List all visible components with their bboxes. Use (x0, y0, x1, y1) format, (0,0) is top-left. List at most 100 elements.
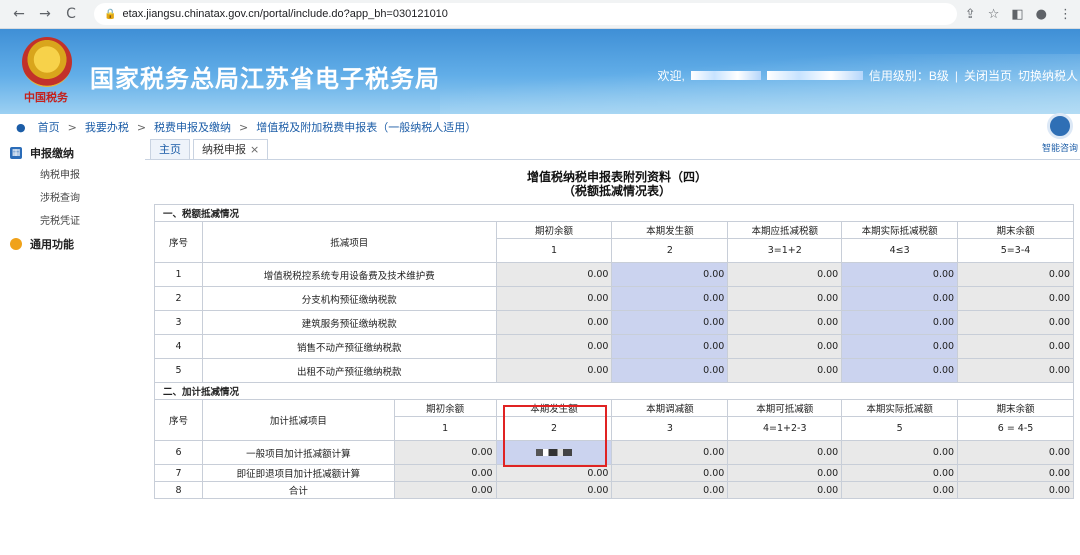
input-cell[interactable]: 0.00 (611, 358, 729, 383)
tab-label: 纳税申报 (202, 143, 246, 156)
column-code: 4=1+2-3 (727, 416, 843, 441)
content-area: 智能咨询 主页 纳税申报 × 增值税纳税申报表附列资料（四） （税额抵减情况表） … (145, 113, 1080, 525)
header-cell: 期初余额 (495, 221, 613, 239)
section-heading: 二、加计抵减情况 (154, 382, 1074, 400)
row-seq: 8 (154, 481, 203, 499)
share-icon[interactable]: ⇪ (965, 7, 976, 22)
input-cell[interactable]: 0.00 (611, 334, 729, 359)
sidebar-group-label: 通用功能 (30, 238, 74, 251)
value-cell: 0.00 (611, 440, 729, 465)
value-cell: 0.00 (495, 334, 613, 359)
close-tab-icon[interactable]: × (250, 143, 259, 156)
row-item: 分支机构预征缴纳税款 (201, 286, 497, 311)
row-seq: 5 (154, 358, 203, 383)
site-banner: 中国税务 国家税务总局江苏省电子税务局 欢迎, 信用级别：B级 | 关闭当页 切… (0, 29, 1080, 114)
breadcrumb-tax-service[interactable]: 我要办税 (85, 119, 129, 135)
chat-bubble-icon (10, 238, 22, 250)
value-cell: 0.00 (611, 481, 729, 499)
input-cell[interactable]: 0.00 (841, 262, 959, 287)
column-code: 3=1+2 (727, 238, 843, 263)
value-cell: 0.00 (957, 310, 1074, 335)
back-icon[interactable]: ← (8, 3, 30, 25)
tax-emblem-logo (22, 37, 72, 87)
banner-landscape (440, 54, 1080, 114)
form-subtitle: （税额抵减情况表） (562, 184, 671, 198)
value-cell: 0.00 (393, 440, 497, 465)
breadcrumb-vat-form[interactable]: 增值税及附加税费申报表（一般纳税人适用） (256, 119, 476, 135)
grid-icon: ▦ (10, 147, 22, 159)
row-seq: 1 (154, 262, 203, 287)
forward-icon[interactable]: → (34, 3, 56, 25)
emblem-caption: 中国税务 (24, 91, 68, 104)
header-cell: 期末余额 (957, 399, 1074, 417)
row-seq: 4 (154, 334, 203, 359)
input-cell[interactable]: 0.00 (841, 310, 959, 335)
value-cell: 0.00 (727, 262, 843, 287)
tab-tax-declaration[interactable]: 纳税申报 × (193, 139, 269, 159)
breadcrumb-home[interactable]: 首页 (38, 119, 60, 135)
value-cell: 0.00 (495, 464, 613, 482)
column-code: 6 = 4-5 (957, 416, 1074, 441)
header-cell: 本期发生额 (611, 221, 729, 239)
profile-icon[interactable]: ● (1036, 7, 1047, 22)
sidebar-item-tax-query[interactable]: 涉税查询 (0, 187, 145, 210)
sidebar-group-label: 申报缴纳 (30, 147, 74, 160)
value-cell: 0.00 (957, 334, 1074, 359)
value-cell: 0.00 (957, 358, 1074, 383)
input-cell[interactable]: 0.00 (611, 310, 729, 335)
column-code: 5=3-4 (957, 238, 1074, 263)
breadcrumb-declaration[interactable]: 税费申报及缴纳 (154, 119, 231, 135)
header-seq: 序号 (154, 399, 203, 441)
value-cell: 0.00 (957, 262, 1074, 287)
tab-home[interactable]: 主页 (150, 139, 190, 159)
form-title: 增值税纳税申报表附列资料（四） (526, 170, 707, 184)
sidebar-group-declaration[interactable]: ▦ 申报缴纳 (0, 142, 145, 164)
value-cell: 0.00 (495, 286, 613, 311)
customer-service-icon (1047, 113, 1073, 139)
header-seq: 序号 (154, 221, 203, 263)
switch-taxpayer-link[interactable]: 切换纳税人 (1018, 67, 1078, 84)
smart-consult-button[interactable]: 智能咨询 (1040, 113, 1080, 154)
row-seq: 6 (154, 440, 203, 465)
input-cell[interactable]: 0.00 (841, 334, 959, 359)
value-cell: 0.00 (495, 358, 613, 383)
tab-bar: 主页 纳税申报 × (145, 139, 1080, 160)
sidebar-group-common[interactable]: 通用功能 (0, 233, 145, 255)
header-cell: 本期可抵减额 (727, 399, 843, 417)
row-item: 销售不动产预征缴纳税款 (201, 334, 497, 359)
header-cell: 本期实际抵减额 (841, 399, 959, 417)
column-code: 2 (611, 238, 729, 263)
input-cell[interactable]: 0.00 (611, 262, 729, 287)
sidebar-item-tax-declaration[interactable]: 纳税申报 (0, 164, 145, 187)
column-code: 2 (495, 416, 613, 441)
address-bar[interactable]: 🔒 etax.jiangsu.chinatax.gov.cn/portal/in… (94, 3, 957, 25)
input-cell[interactable]: 0.00 (841, 358, 959, 383)
sidebar-item-tax-certificate[interactable]: 完税凭证 (0, 210, 145, 233)
site-title: 国家税务总局江苏省电子税务局 (90, 66, 440, 93)
value-cell: 0.00 (841, 464, 959, 482)
header-cell: 本期应抵减税额 (727, 221, 843, 239)
current-amount-input[interactable] (495, 440, 613, 465)
smart-consult-label: 智能咨询 (1041, 144, 1078, 154)
reload-icon[interactable]: C (60, 3, 82, 25)
credit-level: 信用级别：B级 (868, 69, 949, 83)
row-seq: 7 (154, 464, 203, 482)
masked-value (536, 449, 573, 456)
url-text: etax.jiangsu.chinatax.gov.cn/portal/incl… (122, 8, 448, 20)
menu-icon[interactable]: ⋮ (1059, 7, 1072, 22)
tax-offset-table: 一、税额抵减情况 序号 抵减项目 期初余额 本期发生额 本期应抵减税额 本期实际… (154, 204, 1074, 499)
header-cell: 本期调减额 (611, 399, 729, 417)
bookmark-star-icon[interactable]: ☆ (988, 7, 1000, 22)
header-cell: 本期实际抵减税额 (841, 221, 959, 239)
table-row: 7 即征即退项目加计抵减额计算 0.00 0.00 0.00 0.00 0.00… (154, 464, 1074, 482)
close-page-link[interactable]: 关闭当页 (964, 67, 1012, 84)
table-row: 2 分支机构预征缴纳税款 0.00 0.00 0.00 0.00 0.00 (154, 286, 1074, 311)
value-cell: 0.00 (727, 286, 843, 311)
column-code: 1 (393, 416, 497, 441)
sidebar: ▦ 申报缴纳 纳税申报 涉税查询 完税凭证 通用功能 (0, 140, 145, 525)
input-cell[interactable]: 0.00 (841, 286, 959, 311)
input-cell[interactable]: 0.00 (611, 286, 729, 311)
row-item: 出租不动产预征缴纳税款 (201, 358, 497, 383)
row-seq: 3 (154, 310, 203, 335)
side-panel-icon[interactable]: ◧ (1011, 7, 1023, 22)
